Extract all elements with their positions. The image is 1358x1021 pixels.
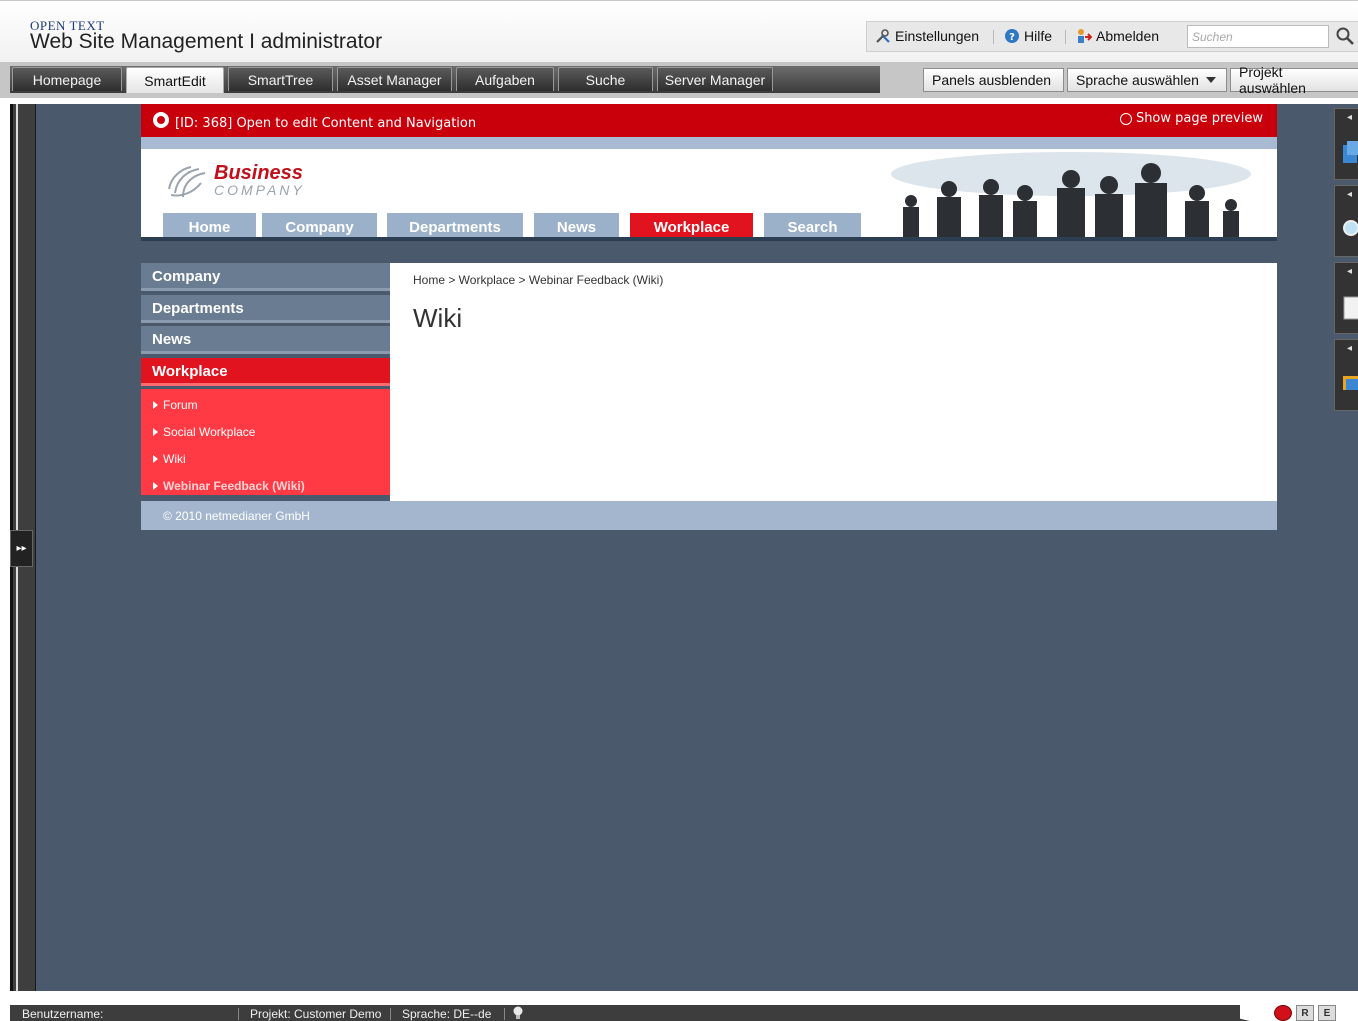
tab-asset-manager[interactable]: Asset Manager xyxy=(337,67,452,91)
sidenav-news[interactable]: News xyxy=(141,326,390,354)
tab-smartedit[interactable]: SmartEdit xyxy=(126,67,224,93)
panel-tab-search[interactable]: ◂ xyxy=(1334,185,1358,257)
select-project-button[interactable]: Projekt auswählen xyxy=(1230,64,1358,96)
site-header: Business COMPANY Home Company Department… xyxy=(141,149,1277,241)
logout-icon xyxy=(1078,29,1092,43)
tab-homepage[interactable]: Homepage xyxy=(12,67,122,91)
collapse-arrow-icon: ◂ xyxy=(1347,343,1353,354)
show-preview-link[interactable]: Show page preview xyxy=(1119,111,1263,126)
status-project: Projekt: Customer Demo xyxy=(250,1007,382,1021)
tab-server-manager[interactable]: Server Manager xyxy=(657,67,773,91)
clipboard-icon xyxy=(1343,296,1358,320)
collapse-arrow-icon: ◂ xyxy=(1347,189,1353,200)
panel-tab-images[interactable]: ◂ xyxy=(1334,339,1358,411)
cube-icon xyxy=(1343,141,1358,163)
lightbulb-icon[interactable] xyxy=(512,1006,524,1020)
breadcrumb: Home > Workplace > Webinar Feedback (Wik… xyxy=(413,273,664,287)
topnav-news[interactable]: News xyxy=(534,213,619,237)
show-preview-label: Show page preview xyxy=(1135,111,1263,126)
panel-tab-structure[interactable]: ◂ xyxy=(1334,108,1358,180)
header-toolbar: Einstellungen ? Hilfe Abmelden xyxy=(866,21,1358,52)
subnav-label: Social Workplace xyxy=(163,425,256,439)
topnav-company[interactable]: Company xyxy=(262,213,377,237)
subnav-label: Webinar Feedback (Wiki) xyxy=(163,479,305,493)
status-language: Sprache: DE--de xyxy=(402,1007,492,1021)
separator xyxy=(1065,30,1066,44)
separator xyxy=(993,30,994,44)
app-title: Web Site Management I administrator xyxy=(30,30,383,53)
sidenav-company[interactable]: Company xyxy=(141,263,390,291)
tab-suche[interactable]: Suche xyxy=(558,67,653,91)
status-bar: Benutzername: Projekt: Customer Demo Spr… xyxy=(0,991,1358,1021)
separator xyxy=(504,1008,505,1020)
business-people-banner xyxy=(891,152,1251,237)
collapse-arrow-icon: ◂ xyxy=(1347,112,1353,123)
edit-icon xyxy=(153,112,169,128)
topnav-home[interactable]: Home xyxy=(163,213,256,237)
tab-smarttree[interactable]: SmartTree xyxy=(228,67,333,91)
sidenav-departments[interactable]: Departments xyxy=(141,295,390,323)
settings-link[interactable]: Einstellungen xyxy=(875,28,979,44)
search-input[interactable] xyxy=(1187,25,1329,48)
select-language-label: Sprache auswählen xyxy=(1076,72,1199,88)
subnav-label: Wiki xyxy=(163,452,186,466)
image-icon xyxy=(1343,376,1358,390)
site-footer: © 2010 netmedianer GmbH xyxy=(141,501,1277,530)
workplace-subnav: Forum Social Workplace Wiki Webinar Feed… xyxy=(141,389,390,495)
record-icon[interactable] xyxy=(1274,1005,1292,1021)
expand-panel-icon[interactable]: ▸▸ xyxy=(10,530,33,567)
status-icons: R E xyxy=(1274,1005,1336,1021)
edit-banner-text: [ID: 368] Open to edit Content and Navig… xyxy=(175,116,477,131)
app-header: OPEN TEXT Web Site Management I administ… xyxy=(0,0,1358,62)
sidenav-workplace[interactable]: Workplace xyxy=(141,358,390,386)
separator xyxy=(238,1008,239,1020)
e-mode-icon[interactable]: E xyxy=(1318,1005,1336,1021)
bullet-arrow-icon xyxy=(153,428,158,436)
subnav-social-workplace[interactable]: Social Workplace xyxy=(153,425,255,439)
topnav-departments[interactable]: Departments xyxy=(387,213,523,237)
logo-subtitle: COMPANY xyxy=(214,182,305,198)
tools-icon xyxy=(876,29,890,43)
main-content: Home > Workplace > Webinar Feedback (Wik… xyxy=(390,263,1277,501)
status-bar-background xyxy=(10,1005,1240,1021)
subnav-webinar-feedback[interactable]: Webinar Feedback (Wiki) xyxy=(153,479,305,493)
main-tab-bar: Homepage SmartEdit SmartTree Asset Manag… xyxy=(0,62,1358,98)
r-mode-icon[interactable]: R xyxy=(1296,1005,1314,1021)
search-panel-icon xyxy=(1343,220,1358,236)
bullet-arrow-icon xyxy=(153,455,158,463)
page-title: Wiki xyxy=(413,303,463,333)
edit-content-banner[interactable]: [ID: 368] Open to edit Content and Navig… xyxy=(141,104,1277,137)
separator xyxy=(390,1008,391,1020)
chevron-down-icon xyxy=(1205,77,1216,83)
site-stripe xyxy=(141,137,1277,149)
status-username: Benutzername: xyxy=(22,1007,104,1021)
collapse-arrow-icon: ◂ xyxy=(1347,266,1353,277)
help-label: Hilfe xyxy=(1024,28,1053,44)
topnav-search[interactable]: Search xyxy=(764,213,861,237)
settings-label: Einstellungen xyxy=(895,28,980,44)
subnav-forum[interactable]: Forum xyxy=(153,398,198,412)
topnav-workplace[interactable]: Workplace xyxy=(630,213,753,237)
page-preview: [ID: 368] Open to edit Content and Navig… xyxy=(141,104,1277,530)
bullet-arrow-icon xyxy=(153,482,158,490)
help-link[interactable]: ? Hilfe xyxy=(1004,28,1052,44)
panel-tab-clipboard[interactable]: ◂ xyxy=(1334,262,1358,334)
preview-icon xyxy=(1119,112,1132,125)
bullet-arrow-icon xyxy=(153,401,158,409)
select-language-dropdown[interactable]: Sprache auswählen xyxy=(1067,68,1227,92)
help-icon: ? xyxy=(1005,29,1019,43)
svg-text:?: ? xyxy=(1009,32,1015,43)
tab-aufgaben[interactable]: Aufgaben xyxy=(456,67,554,91)
magnifier-icon[interactable] xyxy=(1335,26,1355,46)
hide-panels-button[interactable]: Panels ausblenden xyxy=(923,68,1064,92)
logout-label: Abmelden xyxy=(1096,28,1160,44)
logout-link[interactable]: Abmelden xyxy=(1076,28,1159,44)
subnav-label: Forum xyxy=(163,398,198,412)
subnav-wiki[interactable]: Wiki xyxy=(153,452,186,466)
